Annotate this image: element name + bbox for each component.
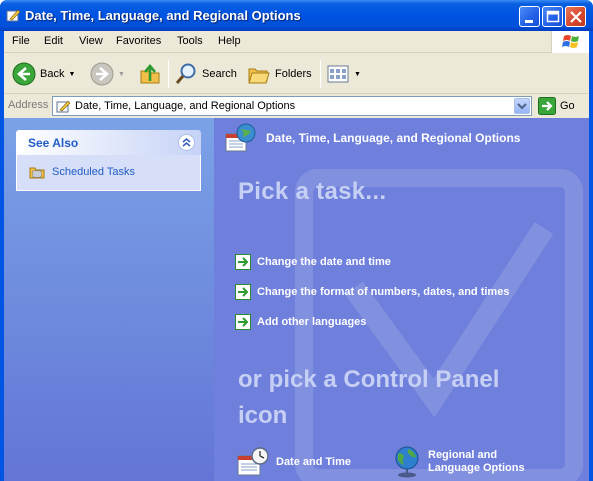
menu-view[interactable]: View [79,35,103,47]
menu-file[interactable]: File [12,35,30,47]
back-button[interactable]: Back ▼ [12,60,75,88]
scheduled-tasks-label: Scheduled Tasks [52,166,135,178]
address-value: Date, Time, Language, and Regional Optio… [75,100,296,112]
task-pane: See Also Scheduled Tasks [4,118,214,481]
folder-pen-icon [6,9,21,22]
pick-control-panel-line2: icon [238,402,288,429]
task-arrow-icon [235,314,251,330]
task-arrow-icon [235,254,251,270]
date-time-regional-icon [225,123,256,152]
views-icon [327,65,349,83]
folder-pen-icon [56,100,71,113]
back-arrow-icon [12,62,36,86]
date-time-label: Date and Time [276,455,351,468]
scheduled-tasks-link[interactable]: Scheduled Tasks [29,164,135,180]
window-title: Date, Time, Language, and Regional Optio… [25,8,301,23]
go-label: Go [560,100,575,112]
address-dropdown-button[interactable] [514,98,530,114]
close-button[interactable] [565,6,586,27]
category-pane: Date, Time, Language, and Regional Optio… [214,118,589,481]
collapse-button[interactable] [178,134,195,151]
minimize-icon [525,20,533,23]
regional-language-label: Regional and Language Options [428,449,525,475]
maximize-button[interactable] [542,6,563,27]
content-area: See Also Scheduled Tasks Date, Time, Lan… [4,118,589,481]
views-dropdown-icon[interactable]: ▼ [354,71,361,78]
close-icon [570,11,582,23]
back-dropdown-icon[interactable]: ▼ [68,71,75,78]
menu-bar: File Edit View Favorites Tools Help [4,31,589,53]
task-label: Add other languages [257,316,367,328]
see-also-body: Scheduled Tasks [16,155,201,191]
views-button[interactable]: ▼ [326,60,361,88]
forward-arrow-icon [90,62,114,86]
up-folder-icon [140,63,160,84]
search-icon [175,63,196,84]
toolbar-separator [168,60,169,88]
go-button[interactable]: Go [538,97,575,115]
windows-flag-icon [562,35,579,48]
toolbar-separator [320,60,321,88]
date-time-icon [237,447,269,476]
see-also-title: See Also [28,136,79,150]
folders-button[interactable]: Folders [247,60,312,88]
menu-edit[interactable]: Edit [44,35,63,47]
search-button[interactable]: Search [174,60,237,88]
date-time-applet[interactable]: Date and Time [236,446,351,478]
see-also-header[interactable]: See Also [16,130,201,155]
task-label: Change the format of numbers, dates, and… [257,286,510,298]
globe-icon [395,446,419,478]
regional-language-label-line2: Language Options [428,462,525,474]
task-change-date-time[interactable]: Change the date and time [235,254,391,270]
address-bar: Address Date, Time, Language, and Region… [4,95,589,117]
category-header: Date, Time, Language, and Regional Optio… [224,122,520,154]
up-button[interactable] [138,60,162,88]
task-change-format[interactable]: Change the format of numbers, dates, and… [235,284,509,300]
task-add-languages[interactable]: Add other languages [235,314,366,330]
menu-help[interactable]: Help [218,35,241,47]
back-label: Back [40,68,65,80]
see-also-panel: See Also Scheduled Tasks [16,130,201,191]
folders-icon [248,68,270,84]
pick-control-panel-heading: or pick a Control Panel icon [238,362,558,434]
forward-button[interactable]: ▼ [90,60,125,88]
title-bar[interactable]: Date, Time, Language, and Regional Optio… [0,0,593,31]
go-arrow-icon [538,97,556,115]
forward-dropdown-icon[interactable]: ▼ [118,71,125,78]
regional-language-label-line1: Regional and [428,449,498,461]
scheduled-tasks-icon [29,167,45,179]
task-label: Change the date and time [257,256,391,268]
search-label: Search [202,68,237,80]
menu-tools[interactable]: Tools [177,35,203,47]
window-client: File Edit View Favorites Tools Help Back… [4,31,589,481]
chevron-double-up-icon [182,137,191,147]
regional-language-applet[interactable]: Regional and Language Options [392,446,525,478]
standard-toolbar: Back ▼ ▼ Search Folders ▼ [4,54,589,94]
explorer-window: Date, Time, Language, and Regional Optio… [0,0,593,481]
maximize-icon [546,10,560,23]
address-label: Address [8,99,49,111]
menu-favorites[interactable]: Favorites [116,35,161,47]
minimize-button[interactable] [519,6,540,27]
task-arrow-icon [235,284,251,300]
folders-label: Folders [275,68,312,80]
pick-task-heading: Pick a task... [238,178,387,205]
windows-logo [551,31,589,53]
category-title: Date, Time, Language, and Regional Optio… [266,131,521,145]
pick-control-panel-line1: or pick a Control Panel [238,366,500,393]
address-input[interactable]: Date, Time, Language, and Regional Optio… [52,96,532,116]
chevron-down-icon [517,103,527,110]
